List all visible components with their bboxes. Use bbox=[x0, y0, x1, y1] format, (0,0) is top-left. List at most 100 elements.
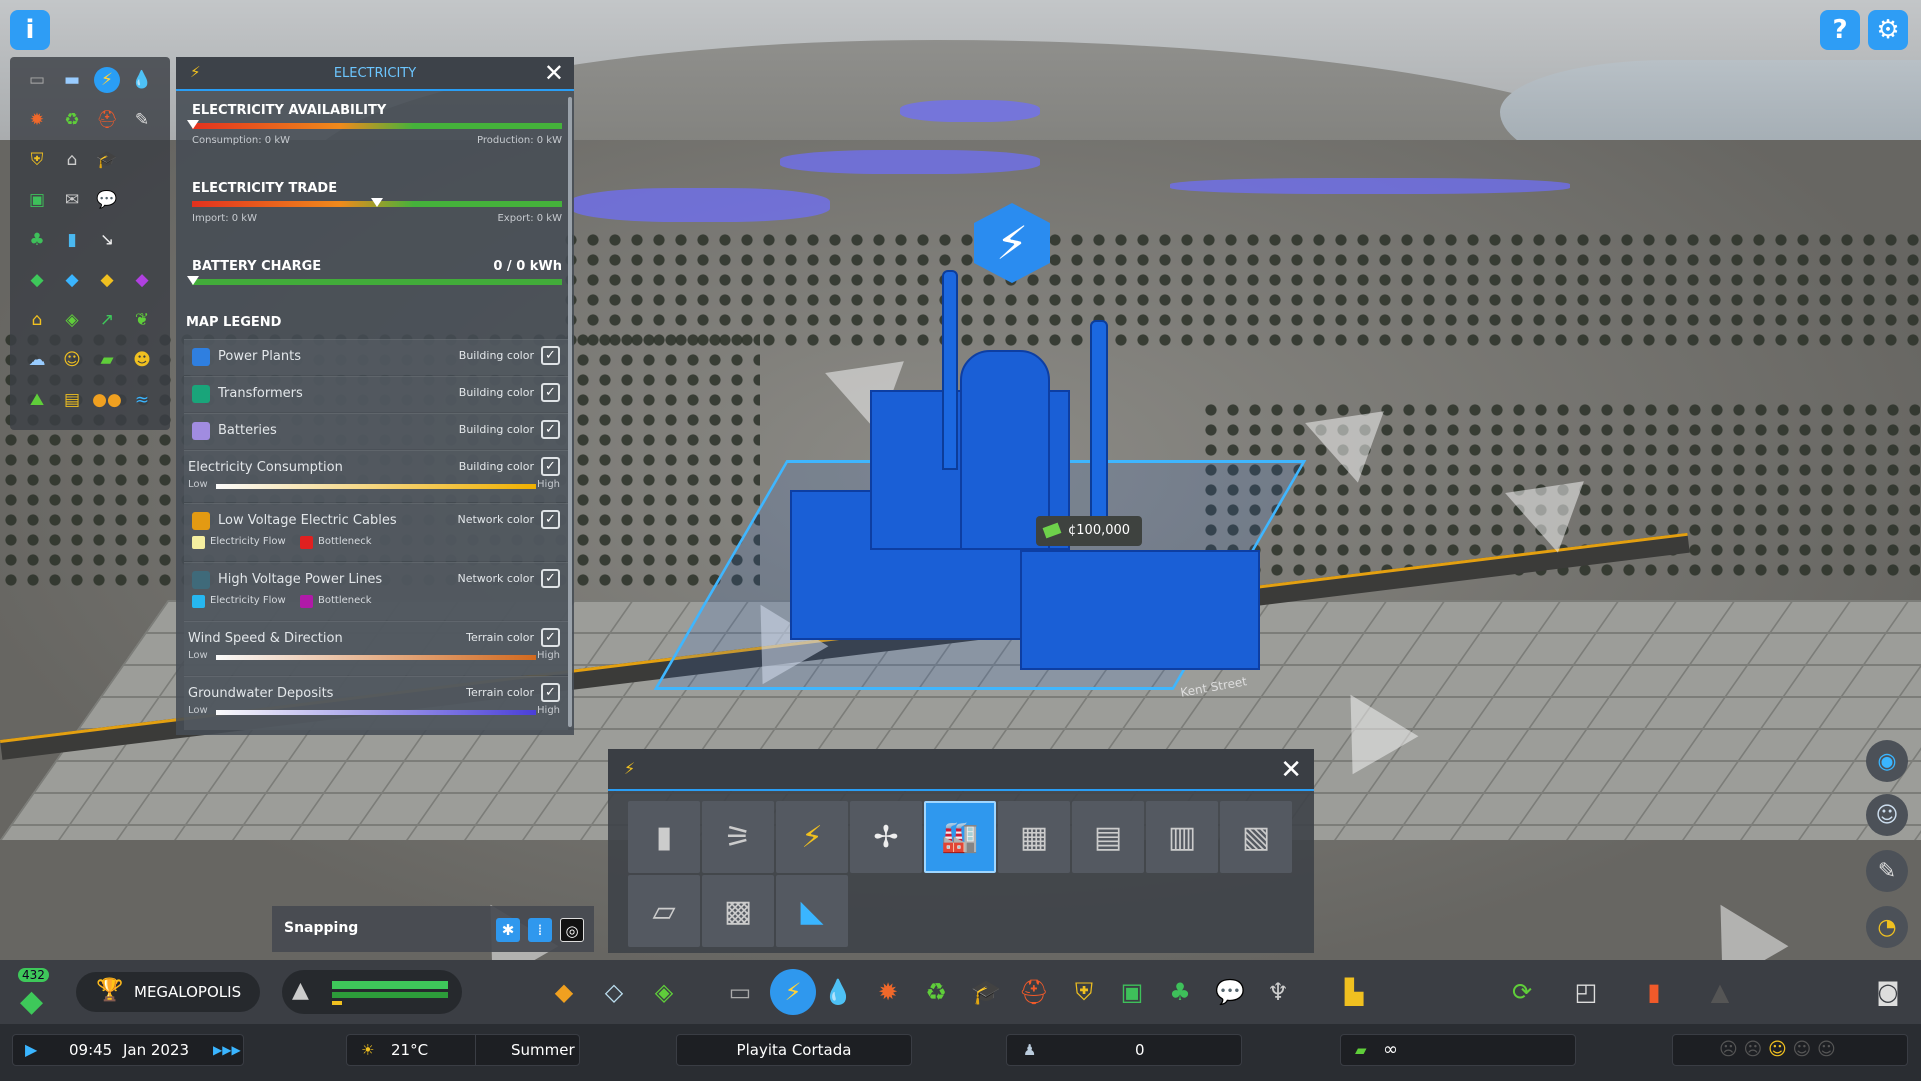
legend-checkbox[interactable]: ✓ bbox=[541, 628, 560, 647]
roads-icon[interactable]: ▭ bbox=[722, 974, 758, 1010]
parks-icon[interactable]: ♣ bbox=[24, 227, 50, 253]
economy-icon[interactable]: ⟳ bbox=[1504, 974, 1540, 1010]
landmarks-icon[interactable]: ♆ bbox=[1260, 974, 1296, 1010]
season-text: Summer bbox=[511, 1041, 575, 1059]
info-icon[interactable]: i bbox=[10, 10, 50, 50]
solar-power-station-tile[interactable]: ▤ bbox=[1072, 801, 1144, 873]
transportation-icon[interactable]: ▣ bbox=[1114, 974, 1150, 1010]
milestone-button[interactable]: 🏆 MEGALOPOLIS bbox=[76, 972, 260, 1012]
transformer-tile[interactable]: ⚡ bbox=[776, 801, 848, 873]
transmission-tower-tile[interactable]: ⚞ bbox=[702, 801, 774, 873]
legend-checkbox[interactable]: ✓ bbox=[541, 457, 560, 476]
geothermal-power-plant-tile[interactable]: ▧ bbox=[1220, 801, 1292, 873]
arrow-icon[interactable]: ↘ bbox=[94, 227, 120, 253]
mail-icon[interactable]: ✉ bbox=[59, 187, 85, 213]
city-name[interactable]: Playita Cortada bbox=[676, 1034, 912, 1066]
legend-checkbox[interactable]: ✓ bbox=[541, 420, 560, 439]
battery-plant-tile[interactable]: ▩ bbox=[702, 875, 774, 947]
landscaping-icon[interactable]: ◈ bbox=[646, 974, 682, 1010]
coal-power-plant-preview[interactable] bbox=[653, 270, 1307, 690]
snap-guide-icon[interactable]: ⁞ bbox=[528, 918, 552, 942]
traffic-icon[interactable]: ▬ bbox=[59, 67, 85, 93]
wind-turbine-tile[interactable]: ✢ bbox=[850, 801, 922, 873]
snap-grid-icon[interactable]: ✱ bbox=[496, 918, 520, 942]
speed-icon[interactable]: ▶▶▶ bbox=[213, 1035, 241, 1065]
snap-curve-icon[interactable]: ◎ bbox=[560, 918, 584, 942]
parks-icon[interactable]: ♣ bbox=[1162, 974, 1198, 1010]
communications-icon[interactable]: 💬 bbox=[1212, 974, 1248, 1010]
police-icon[interactable]: ⛨ bbox=[1066, 974, 1102, 1010]
electricity-icon[interactable]: ⚡ bbox=[94, 67, 120, 93]
coal-power-plant-tile[interactable]: 🏭 bbox=[924, 801, 996, 873]
legend-checkbox[interactable]: ✓ bbox=[541, 683, 560, 702]
pollution-icon[interactable]: ☁ bbox=[24, 347, 50, 373]
residential-zone-icon[interactable]: ◆ bbox=[24, 267, 50, 293]
shield-icon[interactable]: ⛨ bbox=[24, 147, 50, 173]
industry-icon[interactable]: ▮ bbox=[59, 227, 85, 253]
recycle-icon[interactable]: ♻ bbox=[59, 107, 85, 133]
bulldozer-icon[interactable]: ▙ bbox=[1336, 974, 1372, 1010]
house-icon[interactable]: ⌂ bbox=[24, 307, 50, 333]
journal-icon[interactable]: ✎ bbox=[1866, 850, 1908, 892]
milestone-progress[interactable]: ◆ 432 bbox=[14, 968, 56, 1019]
healthcare-icon[interactable]: ✹ bbox=[870, 974, 906, 1010]
statistics-icon[interactable]: ◔ bbox=[1866, 906, 1908, 948]
roads-icon[interactable]: ▭ bbox=[24, 67, 50, 93]
chirper-icon[interactable]: ◉ bbox=[1866, 740, 1908, 782]
groundwater-icon[interactable]: ≈ bbox=[129, 387, 155, 413]
water-icon[interactable]: 💧 bbox=[129, 67, 155, 93]
education-icon[interactable]: 🎓 bbox=[94, 147, 120, 173]
panel-scrollbar[interactable] bbox=[568, 97, 572, 727]
fire-icon[interactable]: ✹ bbox=[24, 107, 50, 133]
happiness-panel[interactable]: ☹ ☹ ☺ ☺ ☺ bbox=[1672, 1034, 1908, 1066]
help-icon[interactable]: ? bbox=[1820, 10, 1860, 50]
education-icon[interactable]: 🎓 bbox=[968, 974, 1004, 1010]
water-icon[interactable]: 💧 bbox=[820, 974, 856, 1010]
workers-icon[interactable]: ☻ bbox=[129, 347, 155, 373]
close-icon[interactable]: ✕ bbox=[544, 59, 564, 87]
ore-icon[interactable]: ●● bbox=[92, 387, 122, 413]
legend-checkbox[interactable]: ✓ bbox=[541, 383, 560, 402]
nuclear-power-plant-tile[interactable]: ▥ bbox=[1146, 801, 1218, 873]
transport-icon[interactable]: ▣ bbox=[24, 187, 50, 213]
garbage-icon[interactable]: ♻ bbox=[918, 974, 954, 1010]
happiness-icon[interactable]: ☺ bbox=[59, 347, 85, 373]
gas-power-plant-tile[interactable]: ▦ bbox=[998, 801, 1070, 873]
electricity-icon[interactable]: ⚡ bbox=[770, 969, 816, 1015]
money-icon[interactable]: ▰ bbox=[94, 347, 120, 373]
fire-rescue-icon[interactable]: ⛑ bbox=[1016, 974, 1052, 1010]
commercial-zone-icon[interactable]: ◆ bbox=[59, 267, 85, 293]
play-icon[interactable]: ▶ bbox=[25, 1035, 37, 1065]
office-zone-icon[interactable]: ◆ bbox=[129, 267, 155, 293]
resources-icon[interactable]: ◈ bbox=[59, 307, 85, 333]
settings-gear-icon[interactable]: ⚙ bbox=[1868, 10, 1908, 50]
milestone-icon: ◆ bbox=[20, 984, 44, 1019]
hydro-dam-tile[interactable]: ◣ bbox=[776, 875, 848, 947]
terrain-icon[interactable]: ⛰ bbox=[24, 387, 50, 413]
advisor-icon[interactable]: ▲ bbox=[1702, 974, 1738, 1010]
areas-icon[interactable]: ◇ bbox=[596, 974, 632, 1010]
legend-checkbox[interactable]: ✓ bbox=[541, 510, 560, 529]
money-panel[interactable]: ▰ ∞ bbox=[1340, 1034, 1576, 1066]
citizens-icon[interactable]: ☺ bbox=[1866, 794, 1908, 836]
population-panel[interactable]: ♟ 0 bbox=[1006, 1034, 1242, 1066]
chat-icon[interactable]: 💬 bbox=[94, 187, 120, 213]
statistics-chart-icon[interactable]: ▮ bbox=[1636, 974, 1672, 1010]
government-icon[interactable]: ⌂ bbox=[59, 147, 85, 173]
photo-mode-icon[interactable]: ◙ bbox=[1870, 974, 1906, 1010]
graph-icon[interactable]: ↗ bbox=[94, 307, 120, 333]
weather-panel[interactable]: ☀ 21°C Summer bbox=[346, 1034, 580, 1066]
industrial-zone-icon[interactable]: ◆ bbox=[94, 267, 120, 293]
sprout-icon[interactable]: ❦ bbox=[129, 307, 155, 333]
fertility-icon[interactable]: ▤ bbox=[59, 387, 85, 413]
legend-checkbox[interactable]: ✓ bbox=[541, 569, 560, 588]
city-development-bar[interactable]: ▲ bbox=[282, 970, 462, 1014]
close-icon[interactable]: ✕ bbox=[1280, 755, 1302, 785]
police-icon[interactable]: ⛑ bbox=[94, 107, 120, 133]
map-icon[interactable]: ◰ bbox=[1568, 974, 1604, 1010]
power-pole-tile[interactable]: ▮ bbox=[628, 801, 700, 873]
tools-icon[interactable]: ✎ bbox=[129, 107, 155, 133]
solar-panel-tile[interactable]: ▱ bbox=[628, 875, 700, 947]
zoning-icon[interactable]: ◆ bbox=[546, 974, 582, 1010]
legend-checkbox[interactable]: ✓ bbox=[541, 346, 560, 365]
